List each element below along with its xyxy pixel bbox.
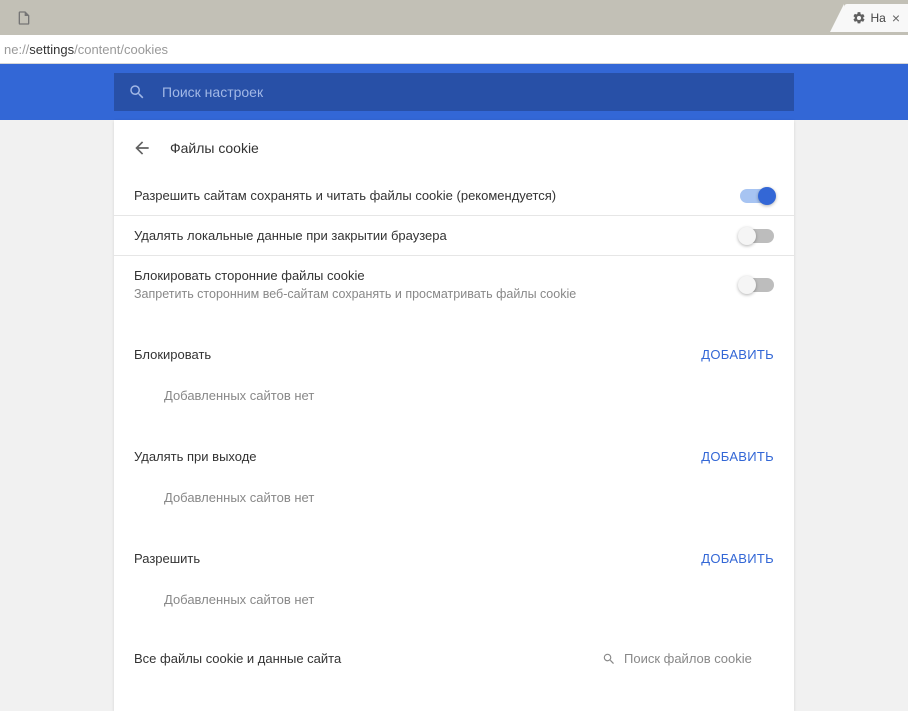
- url-prefix: ne://: [4, 42, 29, 57]
- section-block: Блокировать ДОБАВИТЬ Добавленных сайтов …: [114, 331, 794, 433]
- page-title: Файлы cookie: [170, 140, 259, 156]
- add-button[interactable]: ДОБАВИТЬ: [701, 347, 774, 362]
- section-allow: Разрешить ДОБАВИТЬ Добавленных сайтов не…: [114, 535, 794, 637]
- back-button[interactable]: [132, 138, 152, 158]
- section-title: Блокировать: [134, 347, 211, 362]
- toggle-block-third-party[interactable]: [740, 278, 774, 292]
- panel-header: Файлы cookie: [114, 120, 794, 176]
- setting-sublabel: Запретить сторонним веб-сайтам сохранять…: [134, 287, 740, 301]
- add-button[interactable]: ДОБАВИТЬ: [701, 551, 774, 566]
- search-icon: [602, 652, 616, 666]
- all-cookies-title: Все файлы cookie и данные сайта: [134, 651, 341, 666]
- setting-label: Удалять локальные данные при закрытии бр…: [134, 228, 740, 243]
- toggle-knob: [738, 227, 756, 245]
- settings-header: [0, 64, 908, 120]
- tab-title: На: [870, 11, 885, 25]
- empty-list-text: Добавленных сайтов нет: [134, 474, 774, 521]
- setting-delete-on-close: Удалять локальные данные при закрытии бр…: [114, 216, 794, 256]
- setting-allow-cookies: Разрешить сайтам сохранять и читать файл…: [114, 176, 794, 216]
- browser-tab-bar: На ×: [0, 0, 908, 35]
- section-title: Удалять при выходе: [134, 449, 257, 464]
- setting-label: Разрешить сайтам сохранять и читать файл…: [134, 188, 740, 203]
- cookie-search-input[interactable]: [624, 651, 774, 666]
- empty-list-text: Добавленных сайтов нет: [134, 372, 774, 419]
- settings-panel: Файлы cookie Разрешить сайтам сохранять …: [114, 120, 794, 711]
- new-tab-icon[interactable]: [10, 4, 38, 32]
- url-suffix: /content/cookies: [74, 42, 168, 57]
- address-bar[interactable]: ne://settings/content/cookies: [0, 35, 908, 64]
- settings-search-input[interactable]: [162, 84, 780, 100]
- settings-search-box[interactable]: [114, 73, 794, 111]
- add-button[interactable]: ДОБАВИТЬ: [701, 449, 774, 464]
- toggle-knob: [738, 276, 756, 294]
- section-title: Разрешить: [134, 551, 200, 566]
- browser-tab[interactable]: На ×: [844, 4, 908, 32]
- toggle-knob: [758, 187, 776, 205]
- content-area: Файлы cookie Разрешить сайтам сохранять …: [0, 120, 908, 711]
- search-icon: [128, 83, 146, 101]
- toggle-allow-cookies[interactable]: [740, 189, 774, 203]
- url-highlight: settings: [29, 42, 74, 57]
- gear-icon: [852, 11, 866, 25]
- setting-label: Блокировать сторонние файлы cookie: [134, 268, 740, 283]
- cookie-search-box[interactable]: [602, 651, 774, 666]
- setting-block-third-party: Блокировать сторонние файлы cookie Запре…: [114, 256, 794, 313]
- toggle-delete-on-close[interactable]: [740, 229, 774, 243]
- empty-list-text: Добавленных сайтов нет: [134, 576, 774, 623]
- section-delete-on-exit: Удалять при выходе ДОБАВИТЬ Добавленных …: [114, 433, 794, 535]
- all-cookies-row: Все файлы cookie и данные сайта: [114, 637, 794, 680]
- close-icon[interactable]: ×: [892, 11, 900, 25]
